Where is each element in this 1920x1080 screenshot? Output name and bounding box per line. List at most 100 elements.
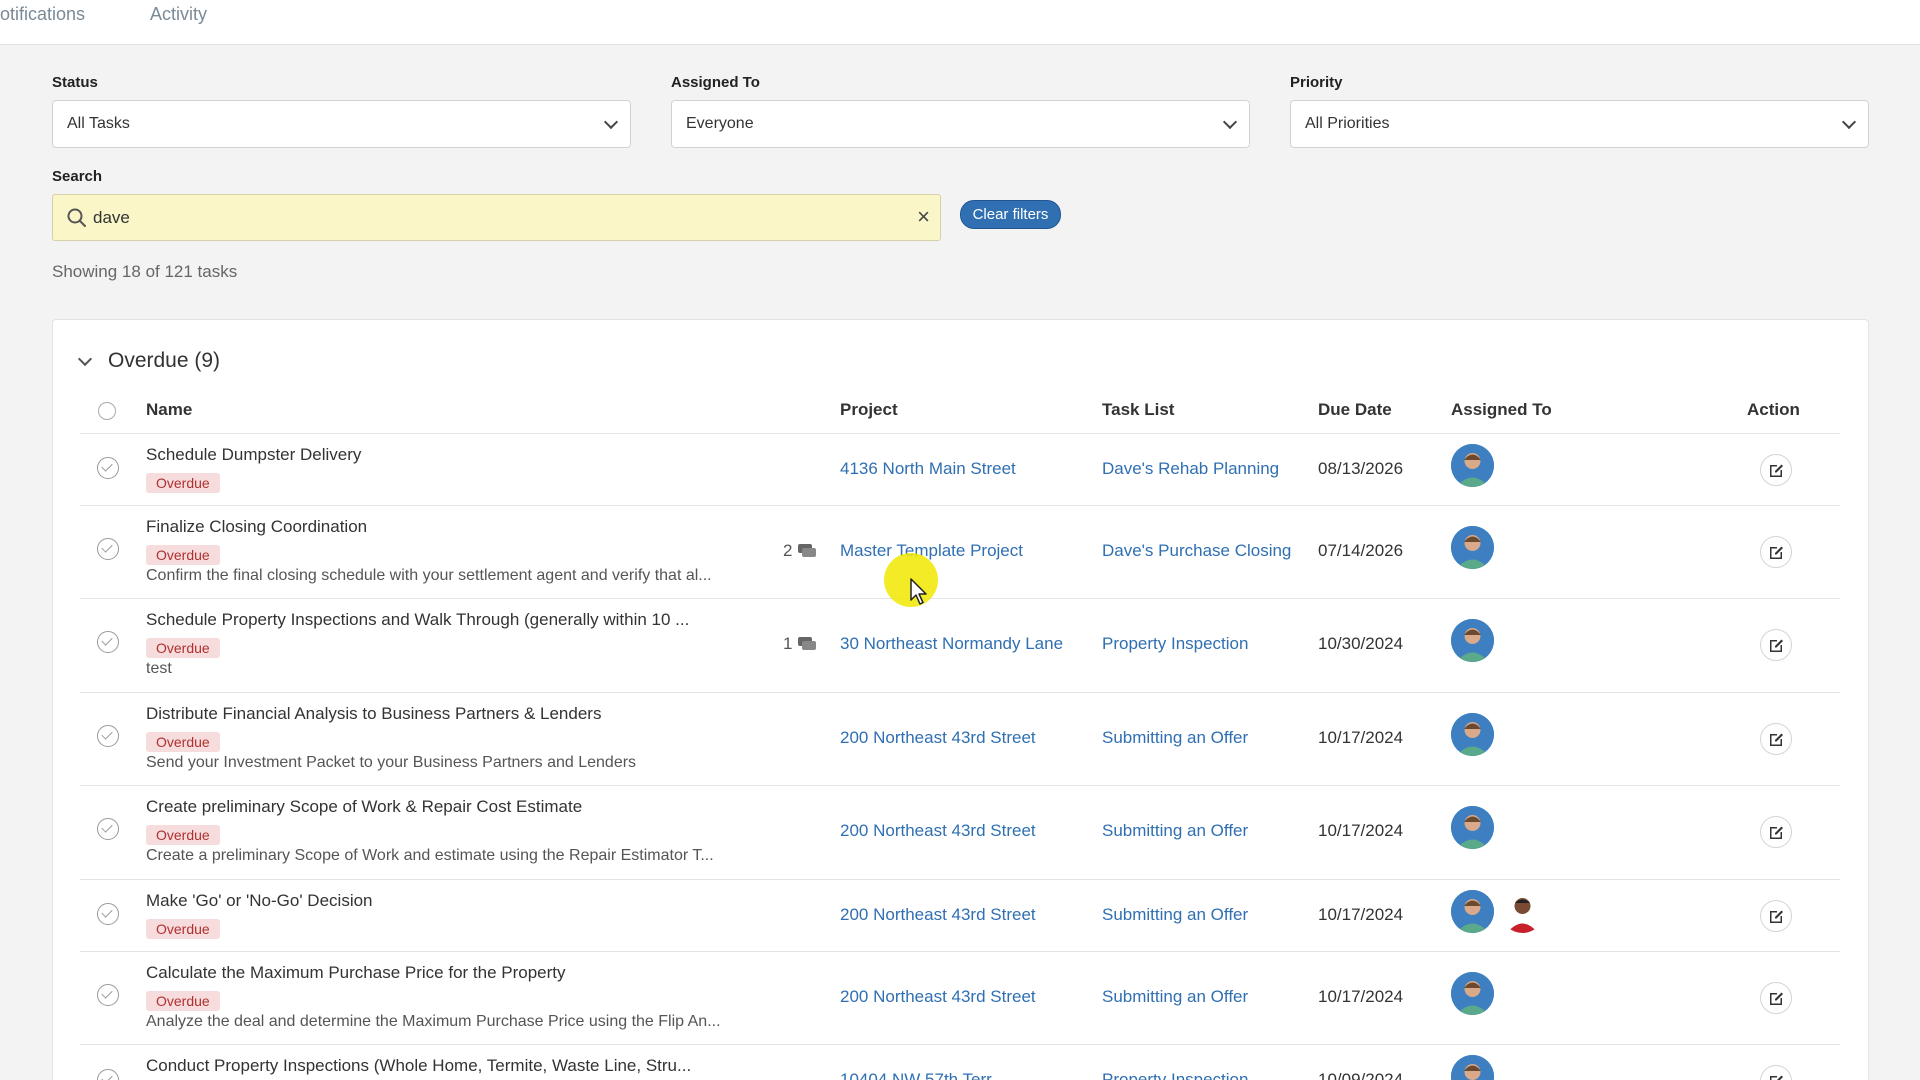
status-badge: Overdue bbox=[146, 732, 220, 752]
complete-checkbox[interactable] bbox=[97, 457, 119, 479]
task-description: Create a preliminary Scope of Work and e… bbox=[146, 847, 714, 864]
edit-icon[interactable] bbox=[1760, 1065, 1792, 1080]
clear-filters-button[interactable]: Clear filters bbox=[960, 200, 1061, 229]
complete-checkbox[interactable] bbox=[97, 984, 119, 1006]
task-name[interactable]: Finalize Closing Coordination bbox=[146, 517, 367, 537]
complete-checkbox[interactable] bbox=[97, 903, 119, 925]
due-date: 10/17/2024 bbox=[1318, 987, 1404, 1006]
task-name[interactable]: Calculate the Maximum Purchase Price for… bbox=[146, 963, 566, 983]
task-name[interactable]: Make 'Go' or 'No-Go' Decision bbox=[146, 891, 373, 911]
table-row[interactable]: Finalize Closing Coordination Overdue Co… bbox=[80, 506, 1840, 598]
avatar bbox=[1451, 890, 1494, 933]
complete-checkbox[interactable] bbox=[97, 631, 119, 653]
tasklist-link[interactable]: Submitting an Offer bbox=[1102, 728, 1248, 748]
comment-count-value: 1 bbox=[783, 634, 793, 653]
tasklist-link[interactable]: Submitting an Offer bbox=[1102, 821, 1248, 841]
comment-count[interactable]: 1 bbox=[783, 634, 817, 654]
avatar bbox=[1451, 444, 1494, 487]
status-badge: Overdue bbox=[146, 638, 220, 658]
assigned-label: Assigned To bbox=[671, 74, 760, 91]
comment-count[interactable]: 2 bbox=[783, 541, 817, 561]
status-badge: Overdue bbox=[146, 473, 220, 493]
tasklist-link[interactable]: Submitting an Offer bbox=[1102, 987, 1248, 1007]
assigned-value: Everyone bbox=[686, 115, 754, 132]
project-link[interactable]: 30 Northeast Normandy Lane bbox=[840, 634, 1063, 654]
column-project[interactable]: Project bbox=[840, 400, 898, 420]
project-link[interactable]: 200 Northeast 43rd Street bbox=[840, 905, 1036, 925]
select-all-checkbox[interactable] bbox=[98, 402, 116, 420]
project-link[interactable]: 4136 North Main Street bbox=[840, 459, 1016, 479]
avatar bbox=[1501, 890, 1544, 933]
task-name[interactable]: Distribute Financial Analysis to Busines… bbox=[146, 704, 601, 724]
tasklist-link[interactable]: Dave's Rehab Planning bbox=[1102, 459, 1279, 479]
edit-icon[interactable] bbox=[1760, 982, 1792, 1014]
edit-icon[interactable] bbox=[1760, 536, 1792, 568]
chevron-down-icon bbox=[1222, 114, 1238, 129]
task-name[interactable]: Schedule Property Inspections and Walk T… bbox=[146, 610, 689, 630]
search-icon bbox=[66, 207, 88, 229]
table-row[interactable]: Schedule Dumpster Delivery Overdue 4136 … bbox=[80, 434, 1840, 505]
due-date: 07/14/2026 bbox=[1318, 541, 1404, 560]
task-name[interactable]: Schedule Dumpster Delivery bbox=[146, 445, 361, 465]
tasklist-link[interactable]: Property Inspection bbox=[1102, 1070, 1248, 1080]
assigned-select[interactable]: Everyone bbox=[671, 100, 1250, 148]
avatar bbox=[1451, 619, 1494, 662]
due-date: 10/17/2024 bbox=[1318, 905, 1404, 924]
project-link[interactable]: 200 Northeast 43rd Street bbox=[840, 728, 1036, 748]
complete-checkbox[interactable] bbox=[97, 538, 119, 560]
edit-icon[interactable] bbox=[1760, 723, 1792, 755]
project-link[interactable]: 200 Northeast 43rd Street bbox=[840, 987, 1036, 1007]
table-row[interactable]: Schedule Property Inspections and Walk T… bbox=[80, 599, 1840, 692]
column-assigned[interactable]: Assigned To bbox=[1451, 400, 1552, 420]
edit-icon[interactable] bbox=[1760, 816, 1792, 848]
table-row[interactable]: Make 'Go' or 'No-Go' Decision Overdue 20… bbox=[80, 880, 1840, 951]
due-date: 10/09/2024 bbox=[1318, 1070, 1404, 1080]
search-input[interactable]: dave × bbox=[52, 194, 941, 241]
comment-icon bbox=[798, 544, 817, 557]
search-label: Search bbox=[52, 168, 103, 185]
table-row[interactable]: Conduct Property Inspections (Whole Home… bbox=[80, 1045, 1840, 1080]
status-value: All Tasks bbox=[67, 115, 130, 132]
table-row[interactable]: Create preliminary Scope of Work & Repai… bbox=[80, 786, 1840, 879]
edit-icon[interactable] bbox=[1760, 629, 1792, 661]
status-select[interactable]: All Tasks bbox=[52, 100, 631, 148]
column-name[interactable]: Name bbox=[146, 400, 192, 420]
task-description: Confirm the final closing schedule with … bbox=[146, 567, 712, 584]
tasklist-link[interactable]: Submitting an Offer bbox=[1102, 905, 1248, 925]
status-badge: Overdue bbox=[146, 991, 220, 1011]
due-date: 10/17/2024 bbox=[1318, 728, 1404, 747]
complete-checkbox[interactable] bbox=[97, 818, 119, 840]
task-name[interactable]: Create preliminary Scope of Work & Repai… bbox=[146, 797, 582, 817]
tasklist-link[interactable]: Property Inspection bbox=[1102, 634, 1248, 654]
avatar bbox=[1451, 1055, 1494, 1080]
chevron-down-icon bbox=[603, 114, 619, 129]
avatar bbox=[1451, 972, 1494, 1015]
avatar bbox=[1451, 526, 1494, 569]
tasklist-link[interactable]: Dave's Purchase Closing bbox=[1102, 541, 1291, 561]
tab-activity[interactable]: Activity bbox=[150, 4, 207, 25]
table-row[interactable]: Calculate the Maximum Purchase Price for… bbox=[80, 952, 1840, 1044]
top-nav: otifications Activity bbox=[0, 0, 1920, 45]
priority-select[interactable]: All Priorities bbox=[1290, 100, 1869, 148]
chevron-down-icon bbox=[1841, 114, 1857, 129]
edit-icon[interactable] bbox=[1760, 454, 1792, 486]
table-row[interactable]: Distribute Financial Analysis to Busines… bbox=[80, 693, 1840, 785]
priority-label: Priority bbox=[1290, 74, 1343, 91]
project-link[interactable]: 200 Northeast 43rd Street bbox=[840, 821, 1036, 841]
group-title: Overdue (9) bbox=[108, 349, 221, 372]
overdue-group-toggle[interactable]: Overdue (9) bbox=[77, 349, 221, 373]
project-link[interactable]: Master Template Project bbox=[840, 541, 1023, 561]
column-due-date[interactable]: Due Date bbox=[1318, 400, 1392, 420]
task-name[interactable]: Conduct Property Inspections (Whole Home… bbox=[146, 1056, 691, 1076]
project-link[interactable]: 10404 NW 57th Terr bbox=[840, 1070, 992, 1080]
edit-icon[interactable] bbox=[1760, 900, 1792, 932]
clear-search-icon[interactable]: × bbox=[917, 204, 930, 230]
complete-checkbox[interactable] bbox=[97, 1069, 119, 1080]
complete-checkbox[interactable] bbox=[97, 725, 119, 747]
tab-notifications[interactable]: otifications bbox=[0, 4, 85, 25]
status-badge: Overdue bbox=[146, 545, 220, 565]
search-value: dave bbox=[93, 208, 130, 227]
task-description: Send your Investment Packet to your Busi… bbox=[146, 754, 637, 771]
column-tasklist[interactable]: Task List bbox=[1102, 400, 1174, 420]
status-label: Status bbox=[52, 74, 98, 91]
